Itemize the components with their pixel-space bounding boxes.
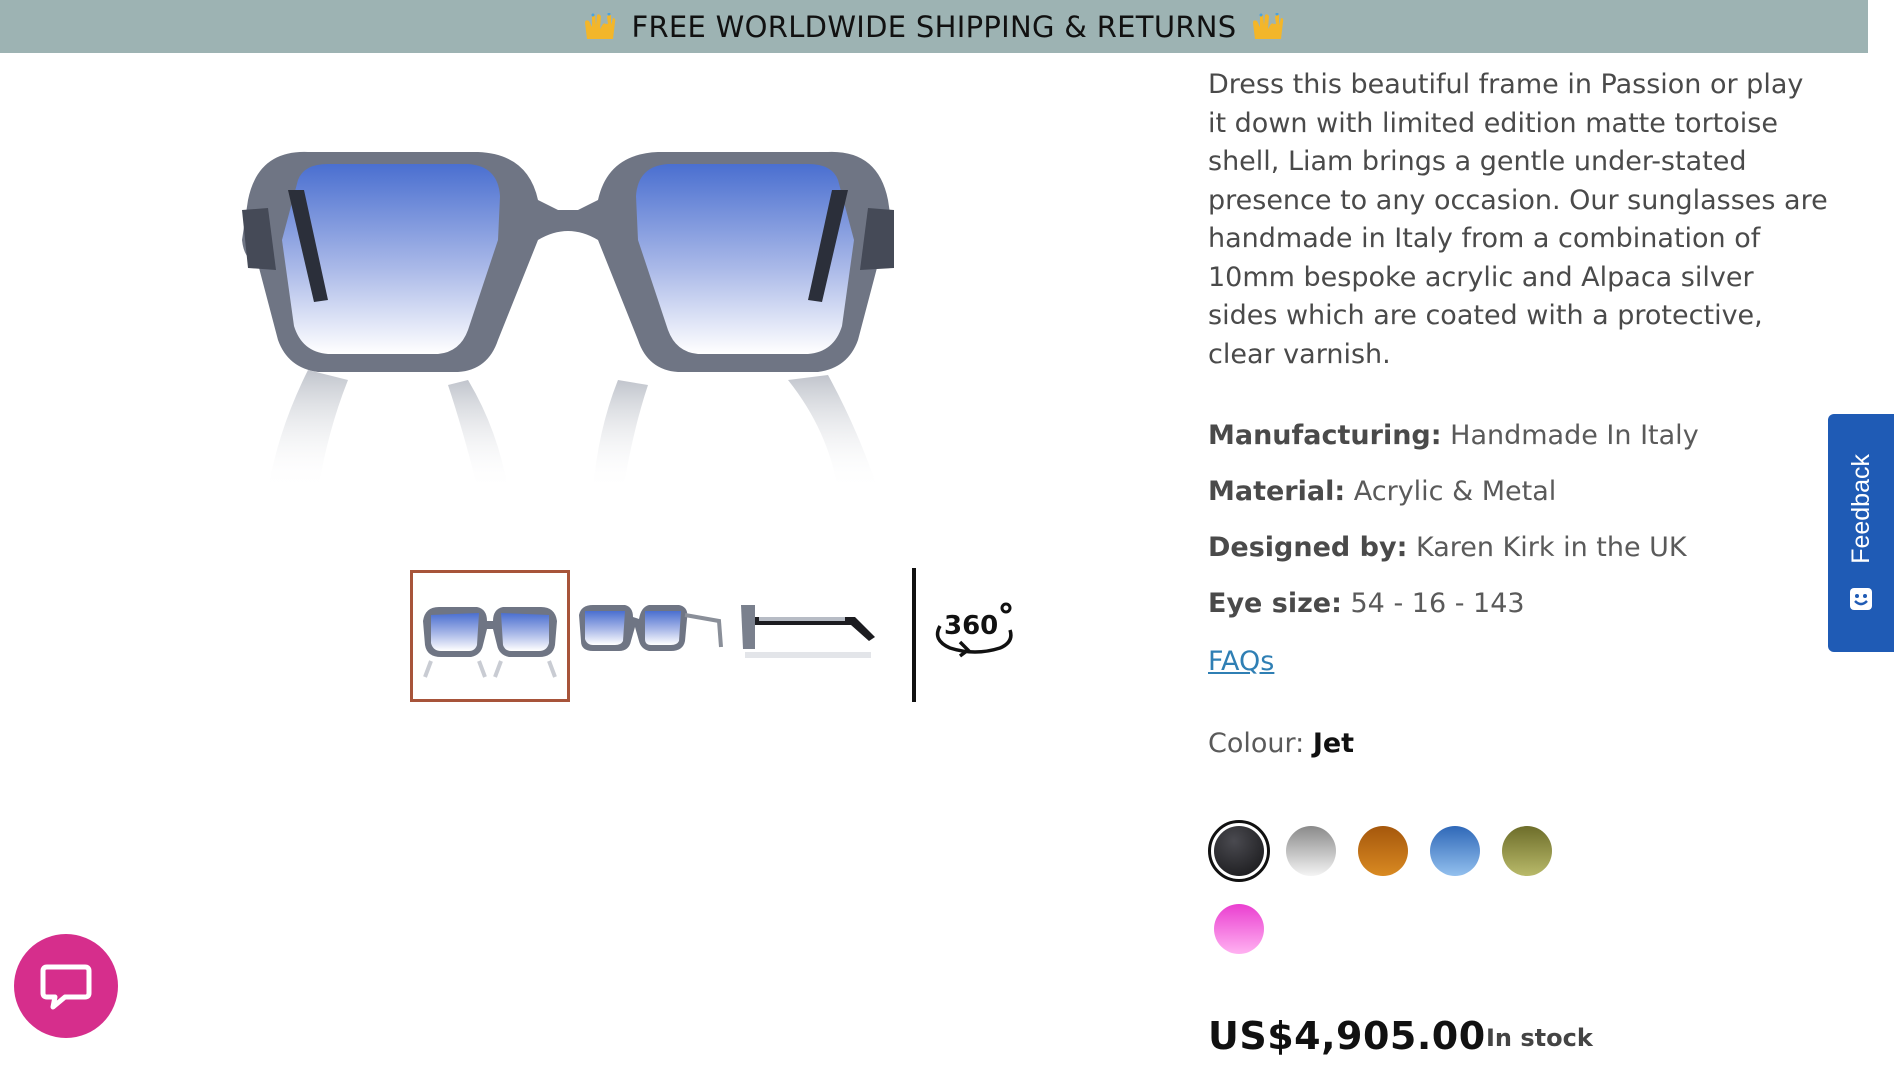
- thumbnail-angle[interactable]: [570, 569, 730, 702]
- swatch-grey-fade[interactable]: [1286, 826, 1336, 876]
- spec-material: Material: Acrylic & Metal: [1208, 476, 1556, 507]
- swatch-amber[interactable]: [1358, 826, 1408, 876]
- announcement-bar: FREE WORLDWIDE SHIPPING & RETURNS: [0, 0, 1868, 53]
- stock-status: In stock: [1486, 1024, 1593, 1052]
- colour-label: Colour: Jet: [1208, 728, 1354, 759]
- swatch-blue[interactable]: [1430, 826, 1480, 876]
- product-page: FREE WORLDWIDE SHIPPING & RETURNS 360 Dr…: [0, 0, 1894, 1066]
- raising-hands-icon: [585, 12, 616, 39]
- spec-label: Manufacturing:: [1208, 420, 1442, 451]
- thumbnail-angle-image: [579, 604, 723, 651]
- feedback-label: Feedback: [1846, 454, 1875, 564]
- view-360-icon[interactable]: 360: [930, 596, 1020, 666]
- spec-label: Designed by:: [1208, 532, 1408, 563]
- view-360-label: 360: [944, 611, 998, 641]
- colour-label-text: Colour:: [1208, 728, 1305, 759]
- spec-manufacturing: Manufacturing: Handmade In Italy: [1208, 420, 1699, 451]
- spec-value: Karen Kirk in the UK: [1415, 532, 1687, 563]
- faqs-link[interactable]: FAQs: [1208, 646, 1274, 677]
- spec-value: Handmade In Italy: [1450, 420, 1699, 451]
- spec-designed-by: Designed by: Karen Kirk in the UK: [1208, 532, 1687, 563]
- chat-icon: [40, 964, 92, 1010]
- smiley-chat-icon: [1850, 587, 1872, 610]
- feedback-tab[interactable]: Feedback: [1828, 414, 1894, 652]
- thumbnail-side-image: [741, 604, 875, 658]
- thumbnail-strip: [410, 568, 890, 703]
- spec-value: Acrylic & Metal: [1353, 476, 1557, 507]
- announcement-text: FREE WORLDWIDE SHIPPING & RETURNS: [631, 9, 1237, 44]
- thumbnail-side[interactable]: [730, 569, 890, 702]
- product-description: Dress this beautiful frame in Passion or…: [1208, 69, 1828, 370]
- spec-label: Material:: [1208, 476, 1346, 507]
- spec-eye-size: Eye size: 54 - 16 - 143: [1208, 588, 1525, 619]
- thumbnail-divider: [912, 568, 916, 702]
- spec-label: Eye size:: [1208, 588, 1342, 619]
- thumbnail-front-image: [423, 606, 557, 678]
- spec-value: 54 - 16 - 143: [1350, 588, 1525, 619]
- product-details: Dress this beautiful frame in Passion or…: [1208, 66, 1828, 374]
- swatch-pink[interactable]: [1214, 904, 1264, 954]
- product-main-image[interactable]: [228, 130, 908, 510]
- thumbnail-front[interactable]: [410, 569, 570, 702]
- product-price: US$4,905.00: [1208, 1014, 1486, 1058]
- colour-selected-value: Jet: [1312, 728, 1355, 759]
- raising-hands-icon: [1252, 12, 1283, 39]
- swatch-olive[interactable]: [1502, 826, 1552, 876]
- swatch-jet[interactable]: [1214, 826, 1264, 876]
- chat-button[interactable]: [14, 934, 118, 1038]
